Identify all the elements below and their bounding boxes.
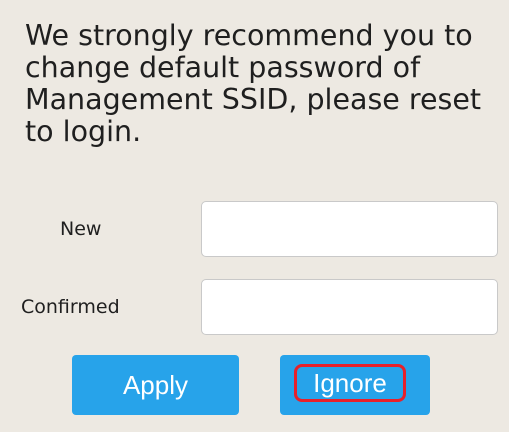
- password-reset-dialog: We strongly recommend you to change defa…: [0, 0, 509, 432]
- new-password-label: New: [60, 218, 102, 240]
- password-warning-message: We strongly recommend you to change defa…: [25, 19, 482, 148]
- apply-button[interactable]: Apply: [72, 355, 239, 415]
- ignore-button[interactable]: Ignore: [280, 355, 430, 415]
- ignore-button-label: Ignore: [294, 364, 406, 402]
- confirmed-password-label: Confirmed: [21, 296, 120, 318]
- confirmed-password-field[interactable]: [201, 279, 498, 335]
- new-password-field[interactable]: [201, 201, 498, 257]
